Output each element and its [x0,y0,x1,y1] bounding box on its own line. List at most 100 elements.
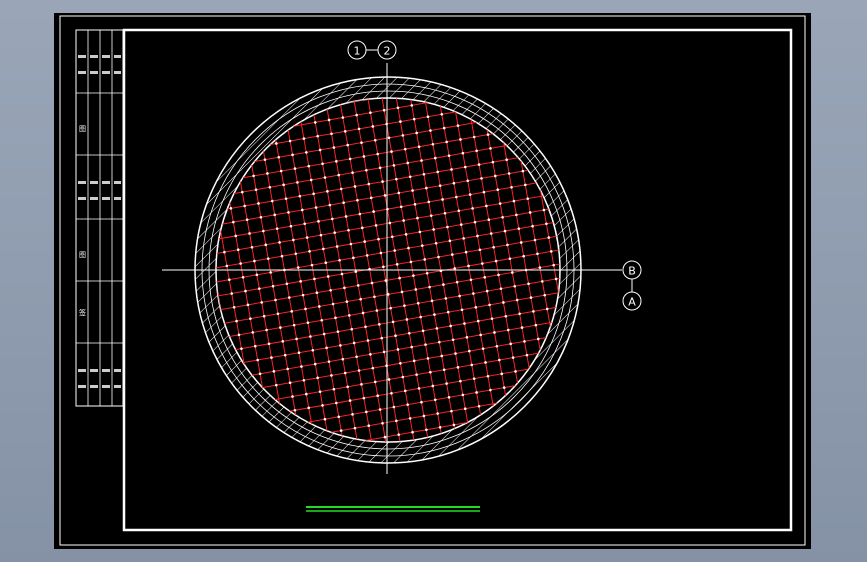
rebar-node [277,155,281,159]
rebar-node [402,219,405,222]
rebar-node [395,263,399,266]
rebar-node [291,153,294,157]
rebar-node [509,342,512,346]
rebar-node [381,180,384,183]
rebar-node [485,204,488,208]
rebar-node [483,276,487,279]
axis-bubble-2[interactable]: 2 [377,40,397,60]
rebar-node [450,168,453,171]
rebar-node [486,133,490,136]
rebar-node [304,307,307,311]
rebar-node [337,173,341,177]
rebar-node [527,282,530,286]
rebar-node [288,139,292,143]
rebar-node [342,201,345,204]
rebar-node [270,356,273,359]
rebar-node [232,305,236,309]
rebar-node [357,369,361,372]
svg-text:2: 2 [384,45,391,58]
rebar-node [533,238,537,242]
rebar-node [416,216,419,220]
rebar-node [549,250,553,253]
rebar-node [239,262,242,265]
rebar-node [302,378,306,382]
rebar-node [416,301,420,305]
rebar-node [319,233,323,237]
rebar-node [265,328,268,332]
rebar-node [414,288,418,291]
axis-bubble-b[interactable]: B [622,260,642,280]
axis-bubble-a[interactable]: A [622,291,642,311]
rebar-node [405,318,409,321]
rebar-node [490,317,494,320]
rebar-node [378,323,381,326]
rebar-node [432,228,435,231]
rebar-node [495,344,499,348]
rebar-node [366,339,370,342]
rebar-node [313,362,317,366]
rebar-node [264,243,268,247]
rebar-node [316,134,319,138]
rebar-node [440,112,444,116]
rebar-node [390,391,393,395]
rebar-node [497,273,500,277]
rebar-node [371,125,375,128]
rebar-node [348,399,352,402]
rebar-node [383,435,387,439]
rebar-node [276,312,280,316]
rebar-node [392,405,396,409]
rebar-node [510,185,513,189]
rebar-node [435,327,439,330]
rebar-node [406,161,410,165]
rebar-node [300,365,303,368]
rebar-node [453,267,457,270]
rebar-node [543,293,547,297]
rebar-node [284,197,288,200]
axis-bubble-1[interactable]: 1 [347,40,367,60]
rebar-node [307,406,311,410]
rebar-node [390,235,394,239]
rebar-node [367,182,371,186]
rebar-node [370,281,374,285]
drawing-sheet[interactable]: 图 图 签 1 2 B A [54,13,811,549]
rebar-node [408,175,412,179]
rebar-node [399,361,402,365]
rebar-node [332,146,336,149]
rebar-node [424,343,427,346]
rebar-node [255,273,259,277]
rebar-node [378,166,382,170]
rebar-node [477,404,481,408]
rebar-node [408,331,411,335]
rebar-node [352,256,355,260]
rebar-node [458,294,461,298]
rebar-node [431,384,435,388]
rebar-node [251,331,255,334]
rebar-node [282,183,285,187]
rebar-node [508,257,512,260]
rebar-node [411,430,414,434]
rebar-node [374,224,378,227]
rebar-node [515,298,519,302]
rebar-node [476,319,480,323]
rebar-node [296,181,299,184]
rebar-node [309,178,313,182]
rebar-node [273,213,276,217]
rebar-node [367,424,371,428]
rebar-node [388,221,392,225]
rebar-node [305,392,308,396]
rebar-node [423,258,427,261]
rebar-node [511,271,514,274]
rebar-node [552,263,555,267]
rebar-node [322,332,326,336]
rebar-node [459,138,462,141]
cad-drawing[interactable]: 图 图 签 1 2 B A [54,13,811,549]
rebar-node [346,143,349,147]
rebar-node [480,177,483,180]
rebar-node [378,408,382,411]
rebar-node [482,190,486,194]
rebar-node [301,293,305,297]
rebar-node [466,179,470,183]
hatched-wall-ring [194,76,582,464]
rebar-node [415,131,418,135]
rebar-node [468,349,471,353]
